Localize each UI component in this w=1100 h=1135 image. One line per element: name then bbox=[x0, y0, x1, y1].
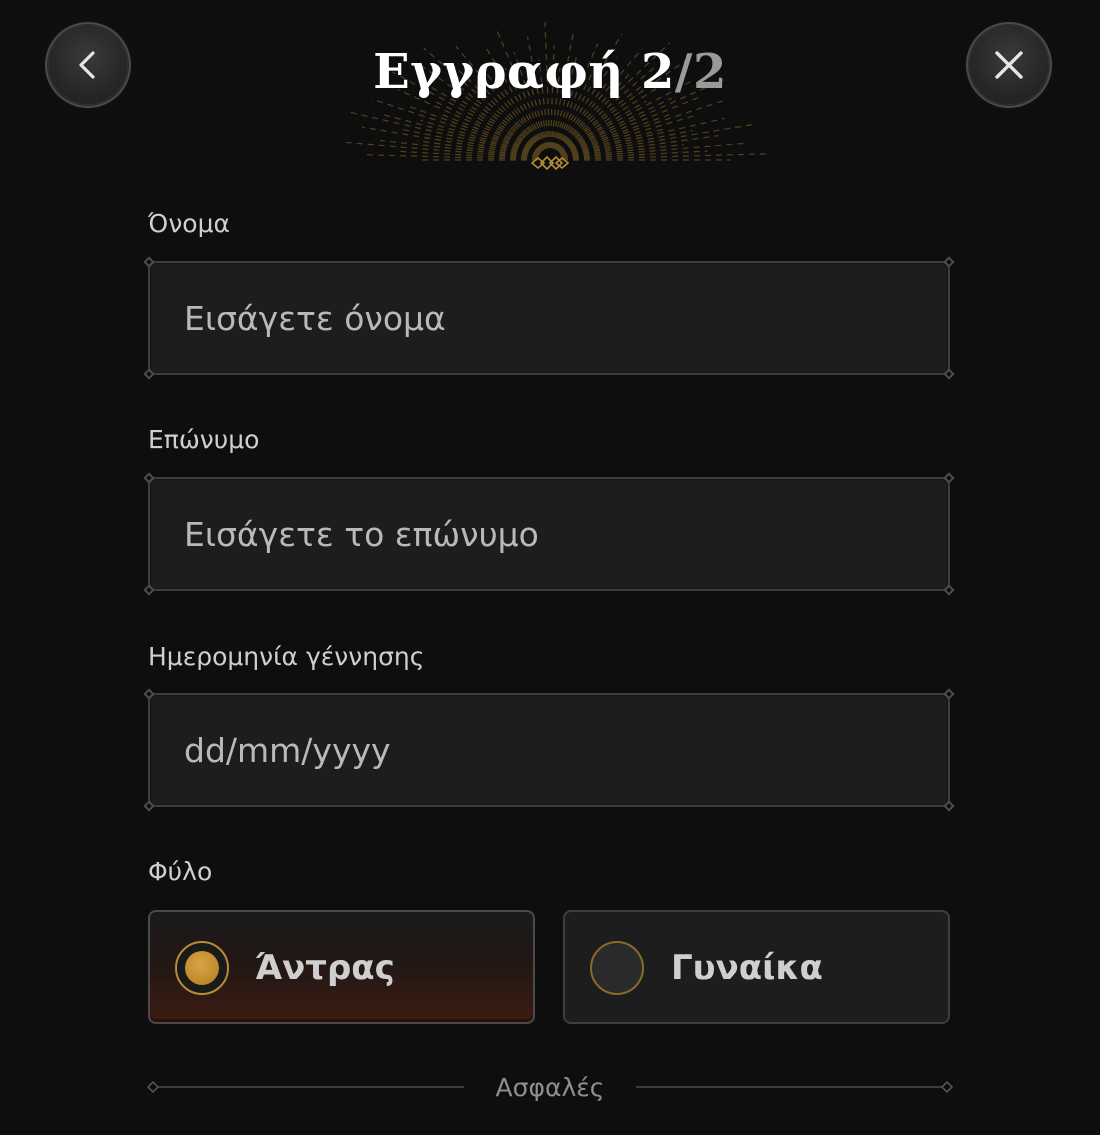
page-title: Εγγραφή 2/2 bbox=[0, 40, 1100, 104]
gender-option-male-label: Άντρας bbox=[255, 948, 395, 988]
gender-option-female-label: Γυναίκα bbox=[671, 948, 823, 988]
gender-label: Φύλο bbox=[148, 857, 213, 886]
radio-female[interactable] bbox=[590, 941, 644, 995]
gender-option-male[interactable]: Άντρας bbox=[148, 910, 535, 1024]
last-name-label: Επώνυμο bbox=[148, 425, 260, 454]
first-name-input[interactable] bbox=[184, 263, 914, 373]
birth-date-input[interactable] bbox=[184, 695, 914, 805]
birth-date-field[interactable] bbox=[143, 688, 955, 812]
secure-divider-left bbox=[146, 1080, 464, 1094]
secure-divider-right bbox=[636, 1080, 954, 1094]
title-step-total: /2 bbox=[674, 44, 727, 100]
gender-option-female[interactable]: Γυναίκα bbox=[563, 910, 950, 1024]
last-name-field[interactable] bbox=[143, 472, 955, 596]
secure-label: Ασφαλές bbox=[495, 1073, 605, 1102]
first-name-field[interactable] bbox=[143, 256, 955, 380]
radio-male[interactable] bbox=[175, 941, 229, 995]
title-step: Εγγραφή 2 bbox=[373, 44, 675, 100]
birth-date-label: Ημερομηνία γέννησης bbox=[148, 642, 425, 671]
header-ray bbox=[371, 98, 540, 155]
first-name-label: Όνομα bbox=[148, 209, 230, 238]
close-button[interactable] bbox=[966, 22, 1052, 108]
header-divider bbox=[150, 155, 950, 171]
close-icon bbox=[995, 51, 1023, 79]
header-ray bbox=[558, 100, 647, 153]
last-name-input[interactable] bbox=[184, 479, 914, 589]
diamond-ornament-icon bbox=[530, 155, 570, 171]
